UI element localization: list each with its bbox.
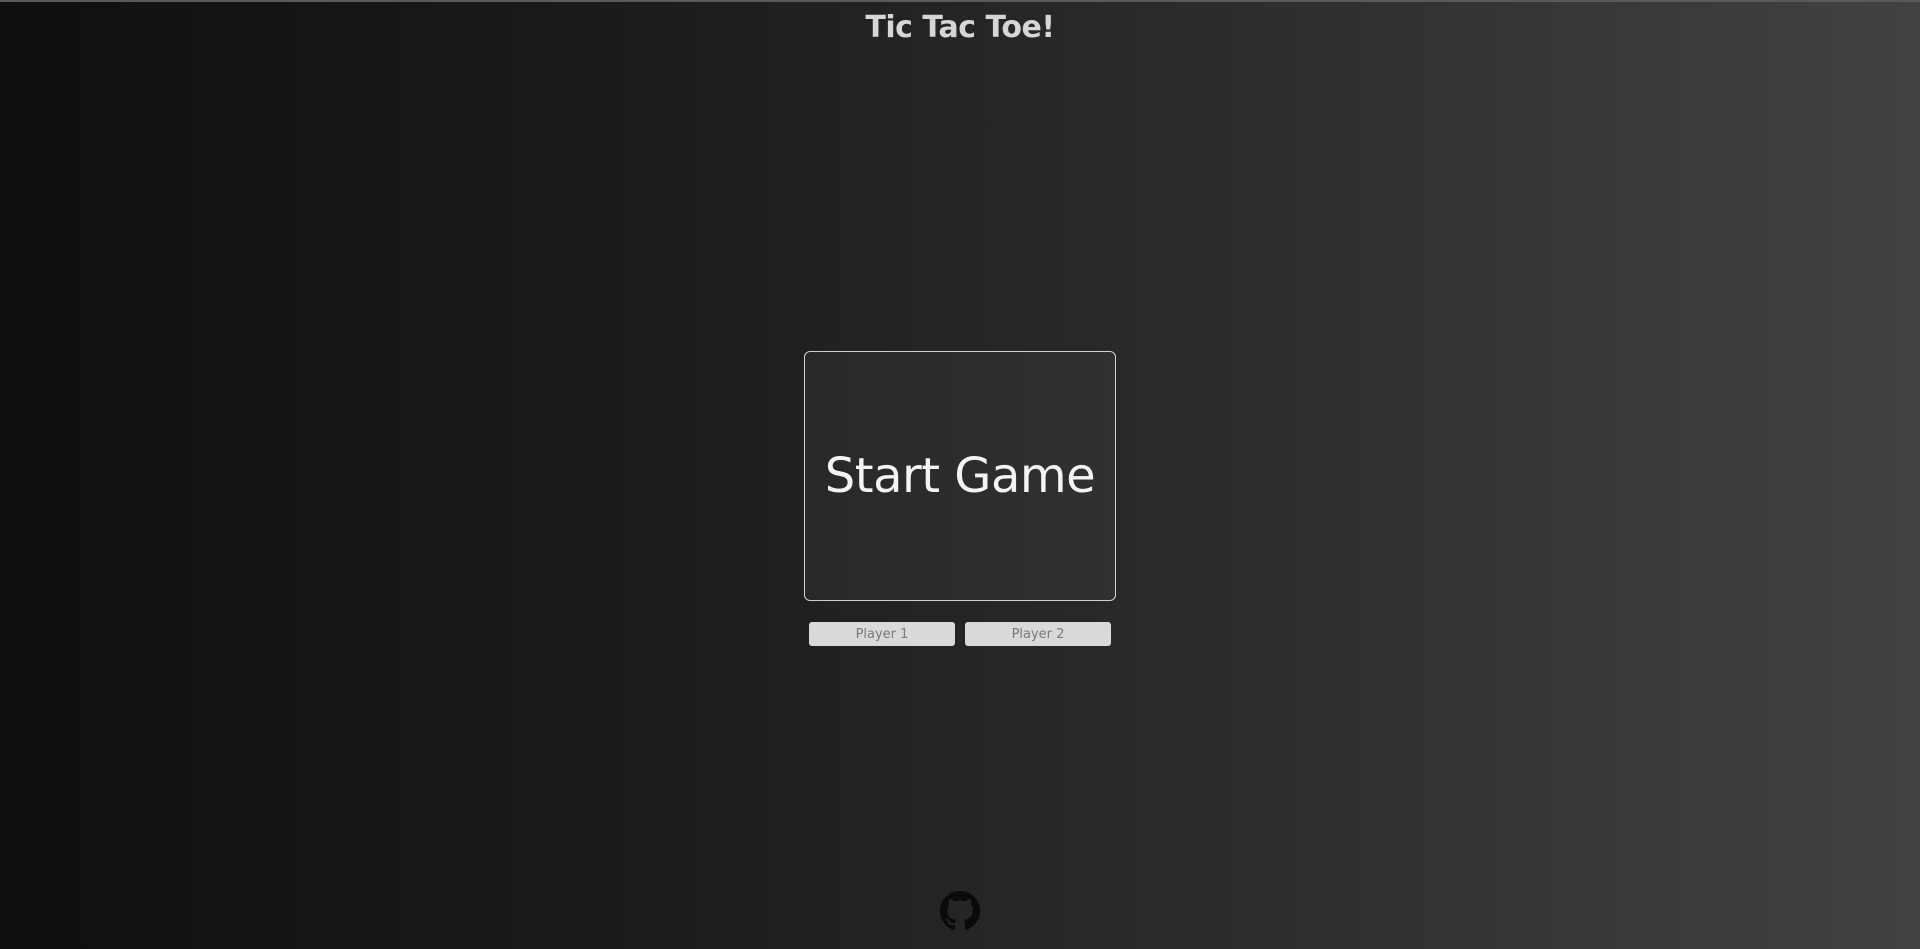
start-game-label: Start Game [824, 448, 1096, 504]
github-link[interactable] [940, 891, 980, 931]
page-title: Tic Tac Toe! [865, 10, 1055, 45]
player2-name-input[interactable] [965, 622, 1111, 646]
start-game-button[interactable]: Start Game [804, 351, 1116, 601]
player1-name-input[interactable] [809, 622, 955, 646]
top-border-line [0, 0, 1920, 2]
github-icon [940, 891, 980, 931]
